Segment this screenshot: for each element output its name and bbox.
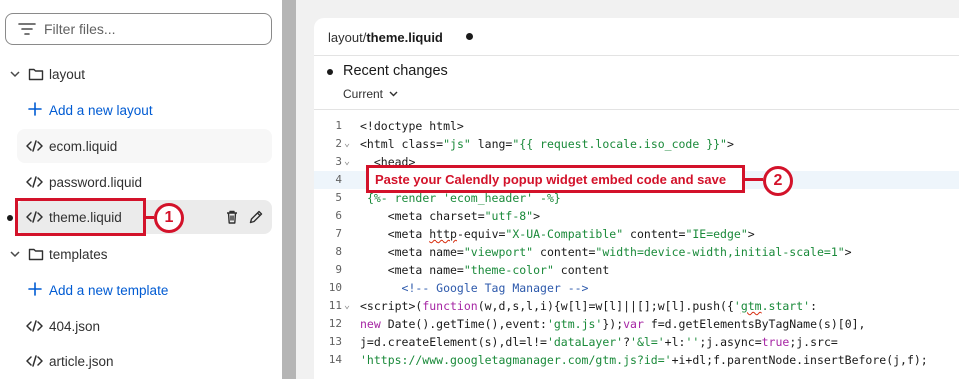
pane-resize-handle[interactable] — [282, 0, 296, 379]
folder-layout[interactable]: layout — [0, 57, 282, 91]
folder-icon — [28, 248, 44, 261]
code-line[interactable]: 12 new Date().getTime(),event:'gtm.js'});… — [314, 315, 959, 333]
pencil-icon[interactable] — [248, 209, 264, 225]
file-sidebar: layout Add a new layout ecom.liquid pass… — [0, 0, 282, 379]
code-area[interactable]: 1 <!doctype html> 2 ⌄ <html class="js" lang… — [314, 117, 959, 369]
file-item-password-liquid[interactable]: password.liquid — [17, 165, 272, 199]
code-line[interactable]: 6 <meta charset="utf-8"> — [314, 207, 959, 225]
code-line[interactable]: 2 ⌄ <html class="js" lang="{{ request.loca… — [314, 135, 959, 153]
code-line[interactable]: 9 <meta name="theme-color" content — [314, 261, 959, 279]
code-icon — [26, 320, 43, 332]
file-label: 404.json — [49, 319, 101, 334]
file-item-404-json[interactable]: 404.json — [17, 309, 272, 343]
annotation-connector — [146, 216, 154, 219]
step-badge-2: 2 — [763, 166, 793, 196]
add-new-layout-link[interactable]: Add a new layout — [0, 93, 282, 127]
step-badge-1: 1 — [154, 203, 184, 233]
recent-changes-title: Recent changes — [343, 63, 448, 79]
tab-theme-liquid[interactable]: layout/theme.liquid — [314, 18, 959, 56]
folder-icon — [28, 68, 44, 81]
code-line[interactable]: 7 <meta http-equiv="X-UA-Compatible" con… — [314, 225, 959, 243]
chevron-down-icon — [10, 71, 20, 78]
code-line[interactable]: 11 ⌄ <script>(function(w,d,s,l,i){w[l]=w[l… — [314, 297, 959, 315]
chevron-down-icon — [10, 251, 20, 258]
code-icon — [26, 355, 43, 367]
file-label: article.json — [49, 354, 114, 369]
unsaved-dot — [7, 215, 13, 221]
fold-icon[interactable]: ⌄ — [344, 135, 350, 153]
folder-label: layout — [49, 67, 86, 82]
code-line[interactable]: 10 <!-- Google Tag Manager --> — [314, 279, 959, 297]
code-icon — [26, 176, 43, 188]
filter-files-field[interactable] — [5, 13, 272, 45]
trash-icon[interactable] — [224, 209, 240, 225]
add-new-template-link[interactable]: Add a new template — [0, 273, 282, 307]
unsaved-indicator — [466, 33, 473, 40]
tab-label: layout/theme.liquid — [328, 30, 443, 45]
code-icon — [26, 140, 43, 152]
version-dropdown[interactable]: Current — [343, 87, 398, 101]
version-label: Current — [343, 87, 384, 101]
plus-icon — [28, 282, 42, 296]
recent-changes-bar: Recent changes Current — [314, 56, 959, 110]
code-line[interactable]: 14'https://www.googletagmanager.com/gtm.… — [314, 351, 959, 369]
file-item-ecom-liquid[interactable]: ecom.liquid — [17, 129, 272, 163]
add-template-label: Add a new template — [49, 283, 169, 298]
folder-label: templates — [49, 247, 108, 262]
fold-icon[interactable]: ⌄ — [344, 297, 350, 315]
code-line[interactable]: 8 <meta name="viewport" content="width=d… — [314, 243, 959, 261]
status-dot — [327, 69, 333, 75]
file-item-article-json[interactable]: article.json — [17, 344, 272, 378]
annotation-instruction: Paste your Calendly popup widget embed c… — [375, 172, 727, 187]
annotation-connector — [745, 178, 763, 181]
code-editor-panel: layout/theme.liquid Recent changes Curre… — [314, 18, 959, 379]
annotation-box-theme-liquid — [15, 198, 146, 236]
file-label: password.liquid — [49, 175, 143, 190]
folder-templates[interactable]: templates — [0, 237, 282, 271]
file-label: ecom.liquid — [49, 139, 118, 154]
code-line[interactable]: 13 j=d.createElement(s),dl=l!='dataLayer'… — [314, 333, 959, 351]
row-actions — [224, 209, 264, 225]
gutter — [296, 0, 314, 379]
add-layout-label: Add a new layout — [49, 103, 153, 118]
chevron-down-icon — [389, 91, 398, 97]
fold-icon[interactable]: ⌄ — [344, 153, 350, 171]
code-line[interactable]: 1 <!doctype html> — [314, 117, 959, 135]
plus-icon — [28, 102, 42, 116]
filter-icon — [18, 23, 36, 35]
filter-files-input[interactable] — [44, 21, 244, 37]
